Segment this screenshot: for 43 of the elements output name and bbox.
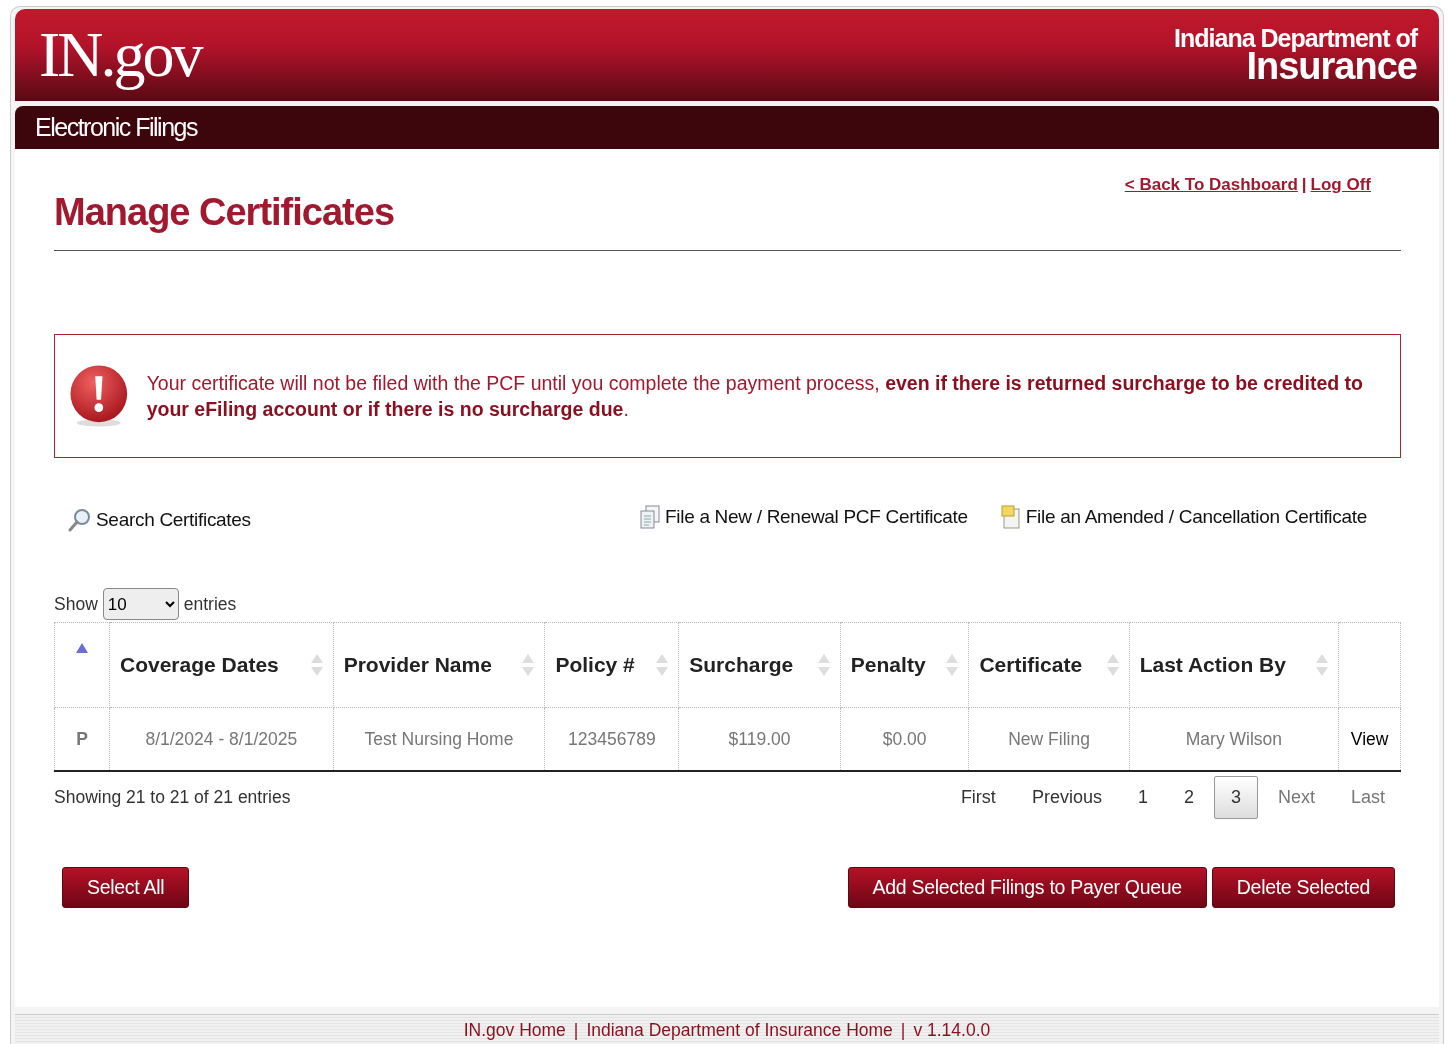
table-cell: $0.00 [840,707,969,771]
page-button[interactable]: 2 [1167,776,1210,819]
documents-icon [639,505,661,529]
length-label: entries [183,593,237,615]
action-link[interactable]: File an Amended / Cancellation Certificate [999,505,1367,529]
agency-name: Indiana Department of [1174,26,1417,50]
table-cell: 8/1/2024 - 8/1/2025 [109,707,334,771]
version-text: v 1.14.0.0 [913,1019,991,1041]
column-header[interactable]: Provider Name [333,622,545,708]
alert-message: Your certificate will not be filed with the PCF until you complete the payment process, even if there is returned surcharge to be credited to your eFiling account or if there is no surcharge due. [146,371,1364,422]
page-button[interactable]: 1 [1121,776,1164,819]
action-link[interactable]: File a New / Renewal PCF Certificate [639,505,968,529]
table-cell: $119.00 [678,707,841,771]
column-header[interactable] [54,622,110,708]
table-cell: P [54,707,110,771]
column-header[interactable]: Policy # [544,622,679,708]
footer-separator: | [573,1019,579,1041]
search-icon [68,508,92,532]
footer-link[interactable]: Indiana Department of Insurance Home [586,1019,893,1041]
action-button[interactable]: Add Selected Filings to Payer Queue [847,867,1207,908]
table-cell: Test Nursing Home [333,707,545,771]
table-cell: Mary Wilson [1129,707,1339,771]
pagination-button[interactable]: Previous [1015,776,1118,819]
length-label: Show [54,593,98,615]
column-header[interactable]: Penalty [840,622,969,708]
document-icon [999,505,1022,529]
footer-separator: | [900,1019,906,1041]
table-cell: New Filing [968,707,1130,771]
action-link[interactable]: Search Certificates [68,508,251,532]
column-header[interactable]: Surcharge [678,622,841,708]
pagination-button[interactable]: First [944,776,1012,819]
column-header[interactable]: Certificate [968,622,1130,708]
column-header[interactable]: Coverage Dates [109,622,334,708]
page-button[interactable]: 3 [1213,776,1258,819]
footer-link[interactable]: IN.gov Home [463,1019,566,1041]
action-button[interactable]: Delete Selected [1211,867,1395,908]
page-size-select[interactable]: 10 [102,588,179,620]
section-title: Electronic Filings [35,113,197,142]
view-link[interactable]: View [1338,707,1401,771]
select-all-button[interactable]: Select All [62,867,190,908]
table-info: Showing 21 to 21 of 21 entries [54,787,291,808]
table-cell: 123456789 [544,707,679,771]
column-header[interactable]: Last Action By [1129,622,1339,708]
